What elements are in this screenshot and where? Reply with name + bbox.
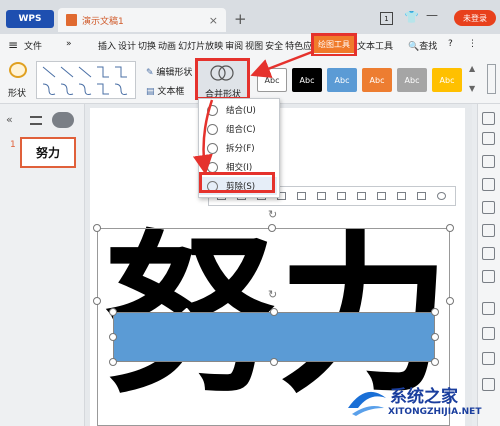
arrow-to-subtract bbox=[192, 99, 214, 175]
export-icon[interactable] bbox=[482, 302, 495, 315]
crop-icon[interactable] bbox=[482, 247, 495, 260]
copy-icon[interactable] bbox=[482, 178, 495, 191]
watermark-url: XITONGZHIJIA.NET bbox=[388, 407, 482, 417]
share-icon[interactable] bbox=[482, 378, 495, 391]
watermark-logo bbox=[348, 391, 386, 416]
animation-icon[interactable] bbox=[482, 201, 495, 214]
arrow-to-merge bbox=[250, 50, 313, 78]
watermark-title: 系统之家 bbox=[390, 387, 458, 407]
annotation-arrows bbox=[192, 50, 313, 175]
property-icon[interactable] bbox=[482, 112, 495, 125]
layers-icon[interactable] bbox=[482, 224, 495, 237]
image-icon[interactable] bbox=[482, 327, 495, 340]
settings-icon[interactable] bbox=[482, 132, 495, 145]
chart-icon[interactable] bbox=[482, 352, 495, 365]
shape-panel-icon[interactable] bbox=[482, 155, 495, 168]
star-icon[interactable] bbox=[482, 270, 495, 283]
